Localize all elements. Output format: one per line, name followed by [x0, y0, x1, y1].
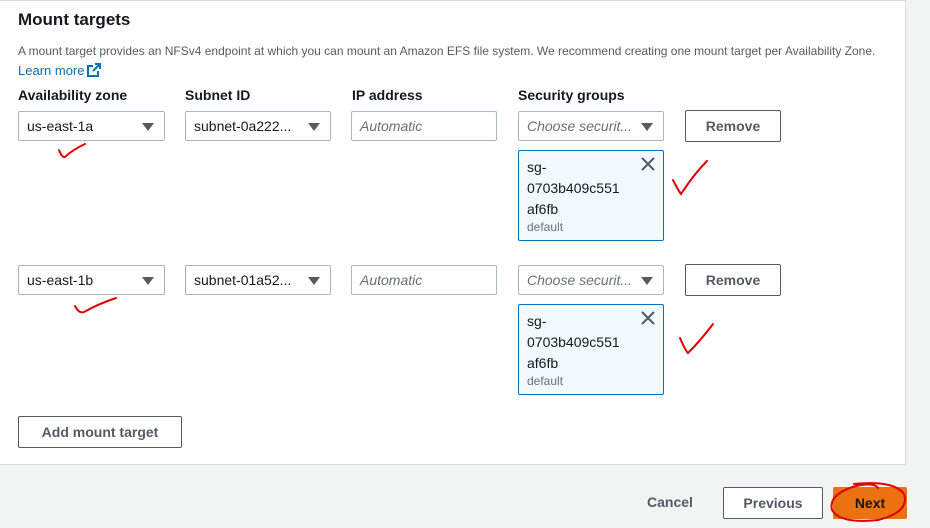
- token-2-subtext: default: [527, 374, 564, 388]
- caret-down-icon: [641, 277, 653, 285]
- caret-down-icon: [308, 277, 320, 285]
- security-group-select-1[interactable]: Choose securit...: [518, 111, 664, 141]
- column-header-az: Availability zone: [18, 87, 128, 103]
- subnet-select-1[interactable]: subnet-0a222...: [185, 111, 331, 141]
- token-2-line-3: af6fb: [527, 355, 559, 371]
- next-button[interactable]: Next: [833, 487, 907, 519]
- caret-down-icon: [142, 277, 154, 285]
- column-header-sg: Security groups: [518, 87, 625, 103]
- security-group-select-1-placeholder: Choose securit...: [527, 118, 633, 134]
- security-group-select-2-placeholder: Choose securit...: [527, 272, 633, 288]
- security-group-token-2: sg- 0703b409c551 af6fb default: [518, 304, 664, 395]
- az-select-2[interactable]: us-east-1b: [18, 265, 165, 295]
- description-text: A mount target provides an NFSv4 endpoin…: [18, 44, 876, 58]
- caret-down-icon: [142, 123, 154, 131]
- az-select-1[interactable]: us-east-1a: [18, 111, 165, 141]
- az-select-2-value: us-east-1b: [27, 272, 94, 288]
- section-description: A mount target provides an NFSv4 endpoin…: [18, 41, 878, 81]
- column-header-ip: IP address: [352, 87, 423, 103]
- previous-button[interactable]: Previous: [723, 487, 823, 519]
- security-group-token-1: sg- 0703b409c551 af6fb default: [518, 150, 664, 241]
- az-select-1-value: us-east-1a: [27, 118, 94, 134]
- subnet-select-2-value: subnet-01a52...: [194, 272, 292, 288]
- token-2-line-2: 0703b409c551: [527, 334, 620, 350]
- column-header-subnet: Subnet ID: [185, 87, 251, 103]
- subnet-select-2[interactable]: subnet-01a52...: [185, 265, 331, 295]
- remove-button-2[interactable]: Remove: [685, 264, 781, 296]
- caret-down-icon: [308, 123, 320, 131]
- cancel-button[interactable]: Cancel: [647, 494, 693, 510]
- caret-down-icon: [641, 123, 653, 131]
- mount-targets-panel: Mount targets A mount target provides an…: [0, 0, 906, 465]
- add-mount-target-button[interactable]: Add mount target: [18, 416, 182, 448]
- remove-button-1[interactable]: Remove: [685, 110, 781, 142]
- subnet-select-1-value: subnet-0a222...: [194, 118, 292, 134]
- close-icon[interactable]: [641, 311, 655, 325]
- ip-address-input-1[interactable]: Automatic: [351, 111, 497, 141]
- ip-address-input-2[interactable]: Automatic: [351, 265, 497, 295]
- close-icon[interactable]: [641, 157, 655, 171]
- token-1-line-2: 0703b409c551: [527, 180, 620, 196]
- token-1-subtext: default: [527, 220, 564, 234]
- external-link-icon: [87, 63, 102, 77]
- security-group-select-2[interactable]: Choose securit...: [518, 265, 664, 295]
- section-title: Mount targets: [18, 10, 131, 29]
- token-1-line-3: af6fb: [527, 201, 559, 217]
- learn-more-link[interactable]: Learn more: [18, 63, 102, 78]
